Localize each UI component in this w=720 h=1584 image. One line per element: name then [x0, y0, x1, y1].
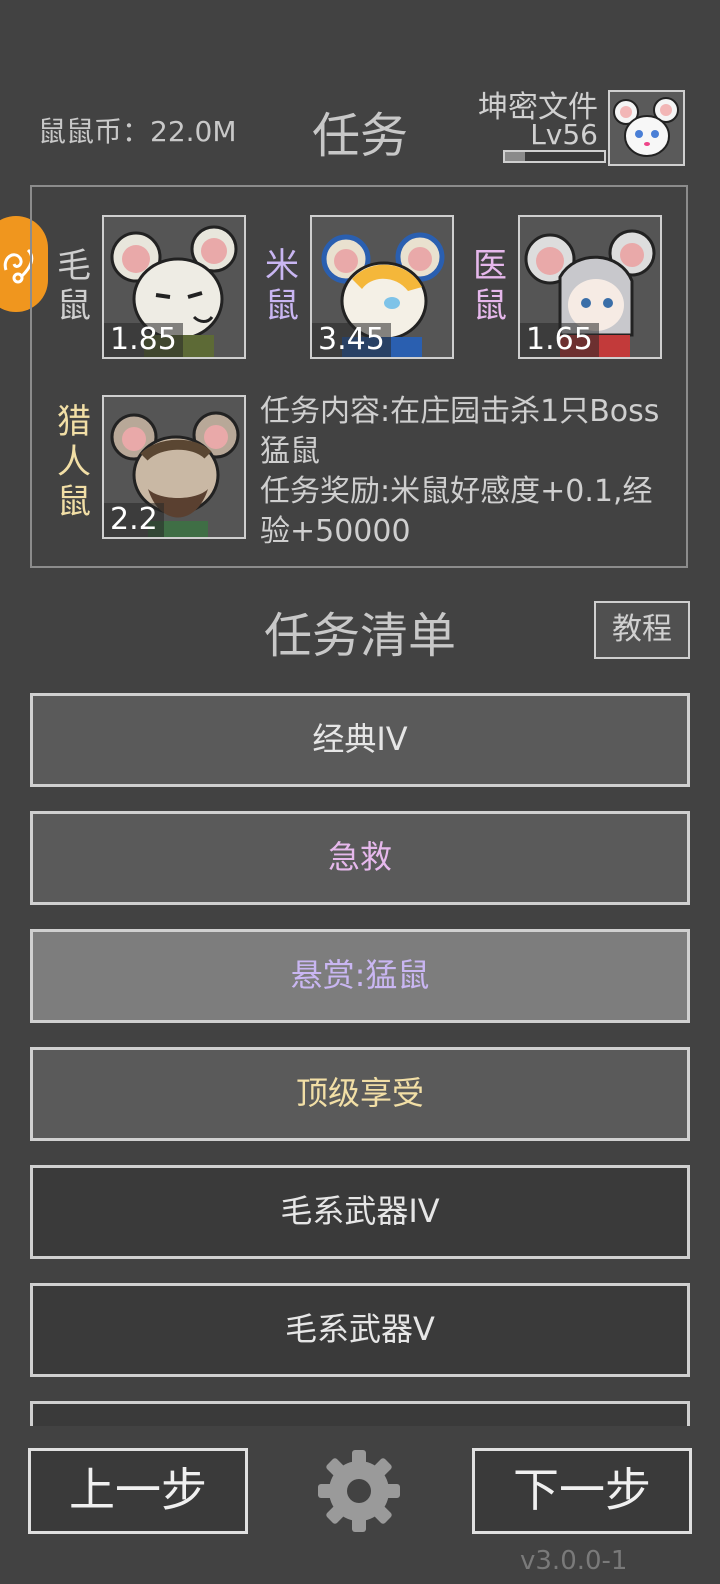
player-avatar[interactable] — [608, 90, 685, 166]
member-portrait[interactable]: 1.85 — [102, 215, 246, 359]
xp-progress-bar — [503, 150, 606, 163]
member-name: 医鼠 — [473, 246, 507, 326]
xp-progress-fill — [505, 152, 525, 161]
quest-details: 任务内容:在庄园击杀1只Boss猛鼠 任务奖励:米鼠好感度+0.1,经验+500… — [260, 392, 680, 552]
quest-content: 任务内容:在庄园击杀1只Boss猛鼠 — [260, 394, 660, 469]
quest-item[interactable] — [30, 1401, 690, 1426]
member-name: 米鼠 — [265, 246, 299, 326]
quest-item[interactable]: 毛系武器V — [30, 1283, 690, 1377]
tutorial-button[interactable]: 教程 — [594, 601, 690, 659]
quest-item[interactable]: 经典IV — [30, 693, 690, 787]
player-level: Lv56 — [530, 118, 598, 151]
member-portrait[interactable]: 1.65 — [518, 215, 662, 359]
member-value: 1.65 — [520, 323, 599, 357]
quest-item[interactable]: 顶级享受 — [30, 1047, 690, 1141]
quest-item[interactable]: 毛系武器IV — [30, 1165, 690, 1259]
next-step-button[interactable]: 下一步 — [472, 1448, 692, 1534]
quest-item-selected[interactable]: 悬赏:猛鼠 — [30, 929, 690, 1023]
gear-icon[interactable] — [316, 1448, 402, 1534]
member-value: 1.85 — [104, 323, 183, 357]
member-portrait[interactable]: 3.45 — [310, 215, 454, 359]
quest-reward: 任务奖励:米鼠好感度+0.1,经验+50000 — [260, 474, 653, 549]
member-portrait[interactable]: 2.2 — [102, 395, 246, 539]
member-value: 2.2 — [104, 503, 164, 537]
prev-step-button[interactable]: 上一步 — [28, 1448, 248, 1534]
quest-item[interactable]: 急救 — [30, 811, 690, 905]
member-value: 3.45 — [312, 323, 391, 357]
member-name: 毛鼠 — [57, 246, 91, 326]
member-name: 猎人鼠 — [57, 402, 91, 522]
version-label: v3.0.0-1 — [520, 1546, 628, 1576]
quest-list[interactable]: 经典IV 急救 悬赏:猛鼠 顶级享受 毛系武器IV 毛系武器V — [30, 693, 690, 1426]
